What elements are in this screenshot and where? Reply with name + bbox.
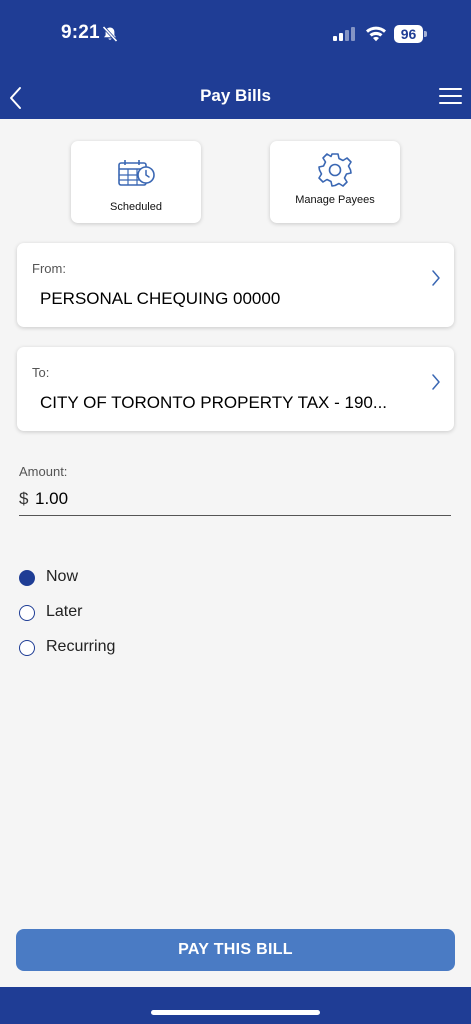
bell-muted-icon [101, 25, 119, 48]
to-payee-value: CITY OF TORONTO PROPERTY TAX - 190... [40, 393, 388, 412]
scheduled-button[interactable]: Scheduled [71, 141, 201, 223]
radio-now[interactable]: Now [19, 566, 219, 590]
cellular-signal-icon [333, 27, 357, 46]
from-account-selector[interactable]: From: PERSONAL CHEQUING 00000 [17, 243, 454, 327]
battery-nub [424, 31, 427, 37]
home-indicator[interactable] [151, 1010, 320, 1015]
radio-now-label: Now [46, 568, 79, 585]
chevron-right-icon [431, 269, 441, 292]
scheduled-label: Scheduled [110, 201, 162, 213]
amount-label: Amount: [19, 464, 68, 479]
calendar-clock-icon [118, 159, 156, 194]
radio-unselected-indicator [19, 605, 35, 621]
amount-field-row: $ [19, 486, 451, 516]
bottom-bar [0, 987, 471, 1024]
wifi-icon [365, 25, 387, 47]
to-payee-selector[interactable]: To: CITY OF TORONTO PROPERTY TAX - 190..… [17, 347, 454, 431]
manage-payees-label: Manage Payees [295, 194, 375, 206]
to-label: To: [32, 365, 50, 380]
currency-symbol: $ [19, 489, 29, 508]
radio-selected-indicator [19, 570, 35, 586]
radio-recurring[interactable]: Recurring [19, 636, 219, 660]
chevron-right-icon [431, 373, 441, 396]
radio-recurring-label: Recurring [46, 638, 116, 655]
from-label: From: [32, 261, 66, 276]
status-time: 9:21 [61, 22, 100, 43]
battery-indicator: 96 [394, 25, 423, 43]
radio-unselected-indicator [19, 640, 35, 656]
gear-icon [317, 152, 353, 193]
pay-this-bill-button[interactable]: PAY THIS BILL [16, 929, 455, 971]
top-bar: 9:21 96 Pay Bills [0, 0, 471, 119]
manage-payees-button[interactable]: Manage Payees [270, 141, 400, 223]
from-account-value: PERSONAL CHEQUING 00000 [40, 289, 281, 308]
radio-later[interactable]: Later [19, 601, 219, 625]
amount-input[interactable] [35, 486, 435, 512]
page-title: Pay Bills [200, 86, 271, 105]
hamburger-menu-icon[interactable] [439, 87, 462, 110]
radio-later-label: Later [46, 603, 83, 620]
